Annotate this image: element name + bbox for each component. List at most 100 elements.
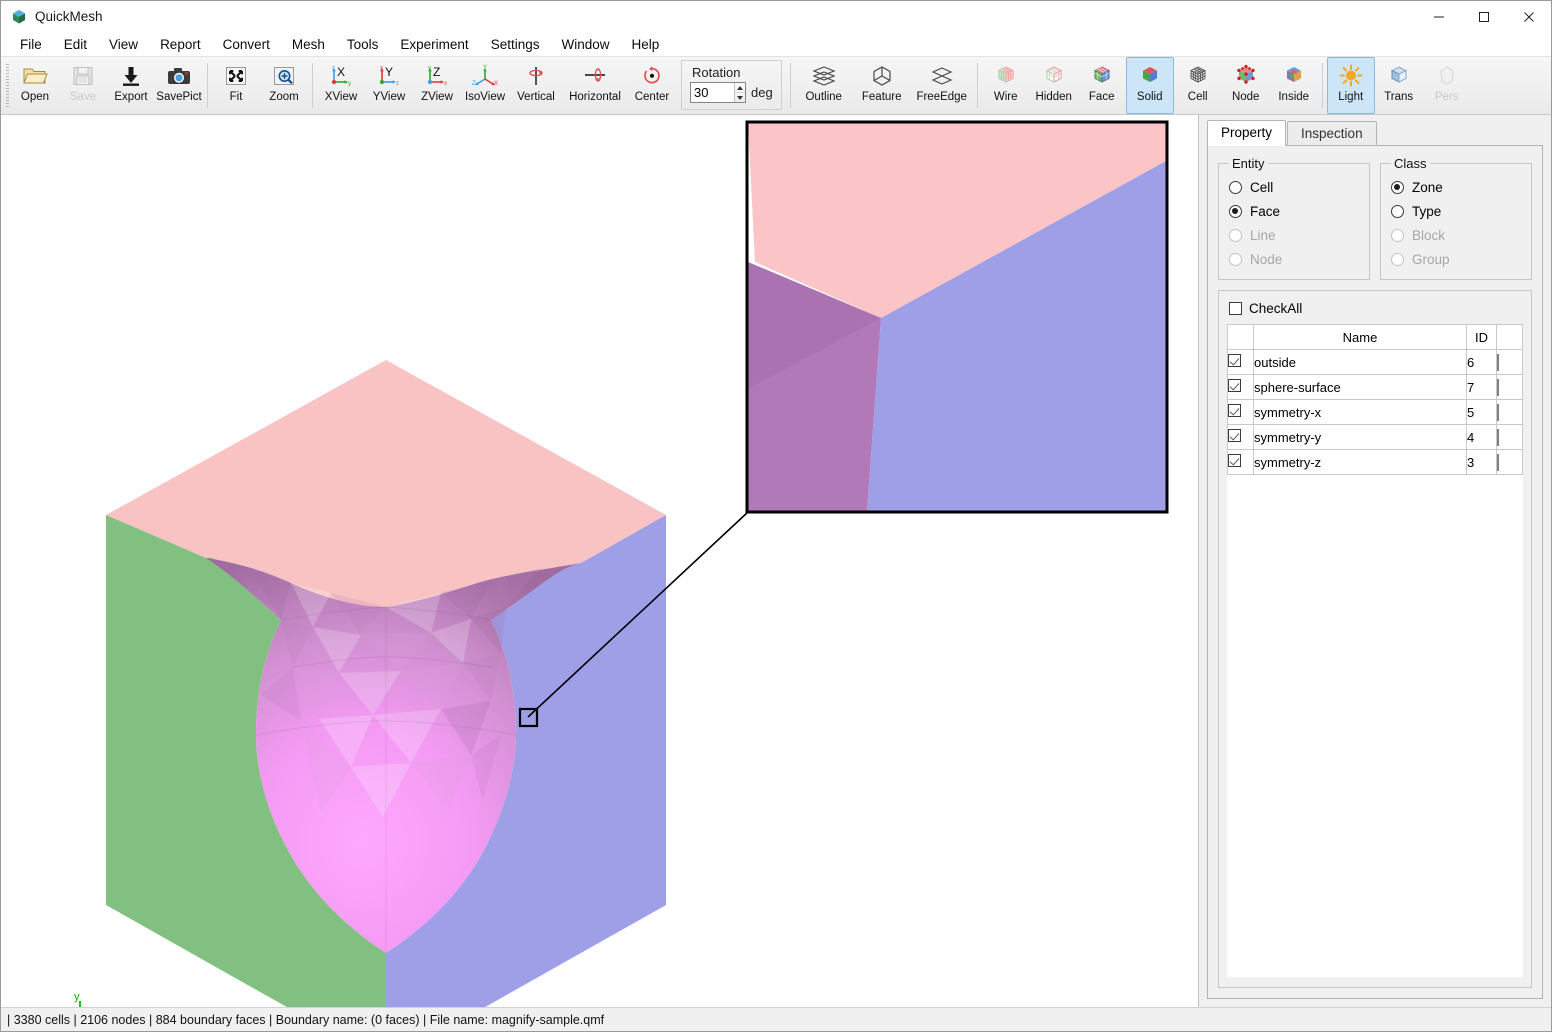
menu-mesh[interactable]: Mesh: [281, 34, 336, 55]
xview-label: XView: [324, 91, 358, 103]
toolbar-separator: [976, 63, 978, 108]
table-row[interactable]: symmetry-y 4: [1227, 424, 1523, 450]
3d-model-canvas[interactable]: y z x: [1, 115, 1199, 1007]
fit-button[interactable]: Fit: [212, 57, 260, 114]
row-checkbox-outside[interactable]: [1228, 354, 1241, 367]
feature-button[interactable]: Feature: [853, 57, 911, 114]
entity-node-label: Node: [1250, 251, 1283, 267]
table-row[interactable]: symmetry-x 5: [1227, 399, 1523, 425]
cell-button[interactable]: Cell: [1174, 57, 1222, 114]
radio-face-icon: [1229, 204, 1242, 218]
entity-cell-label: Cell: [1250, 179, 1274, 195]
trans-button[interactable]: Trans: [1375, 57, 1423, 114]
savepict-button[interactable]: SavePict: [155, 57, 203, 114]
checkall-label: CheckAll: [1249, 301, 1303, 316]
radio-node-icon: [1229, 252, 1242, 266]
menu-edit[interactable]: Edit: [53, 34, 98, 55]
solid-button[interactable]: Solid: [1125, 57, 1174, 114]
minimize-button[interactable]: [1416, 1, 1461, 32]
checkall-row[interactable]: CheckAll: [1229, 301, 1523, 316]
tab-property[interactable]: Property: [1207, 120, 1287, 146]
hidden-button[interactable]: Hidden: [1030, 57, 1078, 114]
freeedge-button[interactable]: FreeEdge: [911, 57, 973, 114]
rotate-horizontal-icon: [581, 62, 609, 90]
menu-help[interactable]: Help: [620, 34, 670, 55]
row-checkbox-symmetry-z[interactable]: [1228, 454, 1241, 467]
stacked-layers-icon: [810, 62, 838, 90]
outline-button[interactable]: Outline: [795, 57, 853, 114]
rotation-spin-arrows[interactable]: [733, 83, 745, 102]
cell-grid-icon: [1185, 62, 1211, 90]
yview-button[interactable]: x z Y YView: [365, 57, 413, 114]
toolbar-grip[interactable]: [3, 57, 11, 114]
face-button[interactable]: Face: [1078, 57, 1126, 114]
node-button[interactable]: Node: [1222, 57, 1270, 114]
menu-file[interactable]: File: [9, 34, 53, 55]
close-button[interactable]: [1506, 1, 1551, 32]
menu-window[interactable]: Window: [550, 34, 620, 55]
menu-report[interactable]: Report: [149, 34, 212, 55]
pers-button[interactable]: Pers: [1423, 57, 1471, 114]
xview-button[interactable]: z y X XView: [317, 57, 365, 114]
row-checkbox-sphere-surface[interactable]: [1228, 379, 1241, 392]
menu-experiment[interactable]: Experiment: [389, 34, 479, 55]
main-toolbar: Open Save Export SavePict Fit Zoom z y X…: [1, 57, 1551, 115]
row-color-swatch-outside[interactable]: [1497, 353, 1499, 371]
rotation-input[interactable]: [691, 83, 734, 102]
radio-group-icon: [1391, 252, 1404, 266]
checkall-checkbox[interactable]: [1229, 302, 1242, 315]
row-color-swatch-symmetry-z[interactable]: [1497, 453, 1499, 471]
entity-option-cell[interactable]: Cell: [1229, 175, 1359, 199]
row-id-symmetry-z: 3: [1466, 449, 1497, 475]
svg-text:z: z: [332, 66, 335, 72]
tab-inspection[interactable]: Inspection: [1287, 121, 1377, 146]
maximize-button[interactable]: [1461, 1, 1506, 32]
isoview-button[interactable]: Y Z X IsoView: [461, 57, 509, 114]
open-button[interactable]: Open: [11, 57, 59, 114]
menu-convert[interactable]: Convert: [212, 34, 281, 55]
table-row[interactable]: symmetry-z 3: [1227, 449, 1523, 475]
save-button[interactable]: Save: [59, 57, 107, 114]
entity-option-face[interactable]: Face: [1229, 199, 1359, 223]
toolbar-file-group: Open Save Export SavePict: [11, 57, 203, 114]
toolbar-display-group: Light Trans Pers: [1326, 57, 1471, 114]
rotation-stepper[interactable]: [690, 82, 746, 103]
export-button[interactable]: Export: [107, 57, 155, 114]
class-option-type[interactable]: Type: [1391, 199, 1521, 223]
node-label: Node: [1231, 91, 1260, 103]
menu-view[interactable]: View: [98, 34, 149, 55]
zone-table-wrapper[interactable]: Name ID outside 6 sphere-surface 7 symme…: [1227, 324, 1523, 977]
table-row[interactable]: outside 6: [1227, 349, 1523, 375]
row-color-swatch-symmetry-y[interactable]: [1497, 428, 1499, 446]
toolbar-view-group: Fit Zoom: [212, 57, 308, 114]
zview-button[interactable]: y x Z ZView: [413, 57, 461, 114]
class-option-zone[interactable]: Zone: [1391, 175, 1521, 199]
menu-tools[interactable]: Tools: [336, 34, 390, 55]
light-button[interactable]: Light: [1326, 57, 1375, 114]
row-color-swatch-sphere-surface[interactable]: [1497, 378, 1499, 396]
horizontal-label: Horizontal: [569, 91, 621, 103]
row-color-swatch-symmetry-x[interactable]: [1497, 403, 1499, 421]
entity-face-label: Face: [1250, 203, 1281, 219]
3d-viewport[interactable]: y z x: [1, 115, 1199, 1007]
rotation-decrement-button[interactable]: [735, 93, 745, 102]
vertical-rotate-button[interactable]: Vertical: [509, 57, 563, 114]
property-tab-page: Entity Cell Face Line Node Class Zone Ty…: [1207, 145, 1543, 999]
svg-text:x: x: [380, 66, 383, 72]
inside-label: Inside: [1278, 91, 1310, 103]
zoom-button[interactable]: Zoom: [260, 57, 308, 114]
menu-settings[interactable]: Settings: [480, 34, 551, 55]
rotation-increment-button[interactable]: [734, 83, 745, 93]
table-row[interactable]: sphere-surface 7: [1227, 374, 1523, 400]
row-checkbox-symmetry-x[interactable]: [1228, 404, 1241, 417]
row-checkbox-symmetry-y[interactable]: [1228, 429, 1241, 442]
wire-button[interactable]: Wire: [982, 57, 1030, 114]
trans-label: Trans: [1384, 91, 1414, 103]
status-bar: | 3380 cells | 2106 nodes | 884 boundary…: [1, 1007, 1551, 1031]
row-name-symmetry-x: symmetry-x: [1253, 399, 1467, 425]
fit-arrows-icon: [224, 62, 248, 90]
horizontal-rotate-button[interactable]: Horizontal: [563, 57, 627, 114]
center-rotate-button[interactable]: Center: [627, 57, 677, 114]
class-group-label: Group: [1412, 251, 1450, 267]
inside-button[interactable]: Inside: [1270, 57, 1318, 114]
